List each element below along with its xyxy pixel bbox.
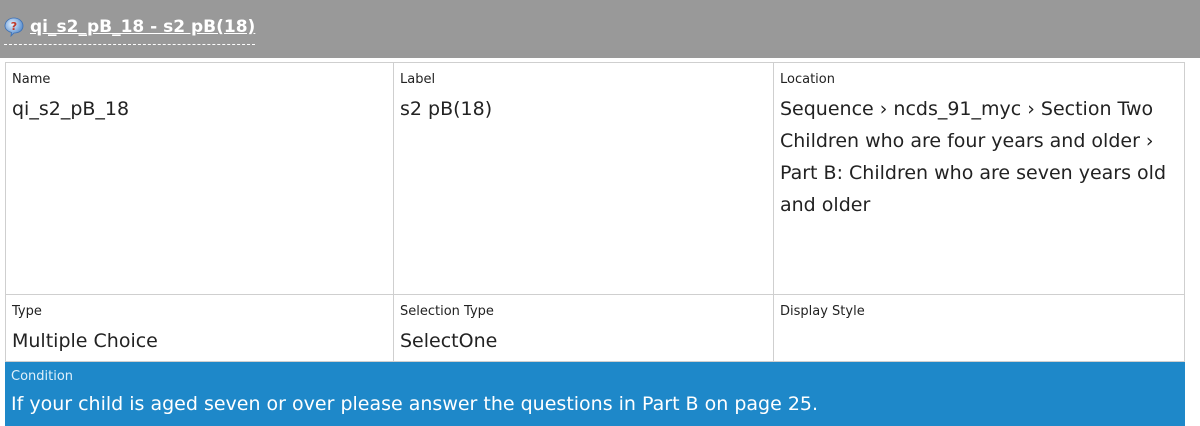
type-value: Multiple Choice — [12, 330, 158, 352]
selection-type-value: SelectOne — [400, 330, 498, 352]
type-cell: Type Multiple Choice — [5, 294, 394, 362]
display-style-cell: Display Style — [773, 294, 1185, 362]
display-style-label: Display Style — [780, 304, 865, 319]
selection-type-label: Selection Type — [400, 304, 494, 319]
location-value: Sequence › ncds_91_myc › Section Two Chi… — [780, 98, 1167, 216]
location-cell: Location Sequence › ncds_91_myc › Sectio… — [773, 62, 1185, 295]
location-label: Location — [780, 72, 835, 87]
selection-type-cell: Selection Type SelectOne — [393, 294, 774, 362]
question-title-link[interactable]: ? qi_s2_pB_18 - s2 pB(18) — [4, 10, 256, 45]
name-cell: Name qi_s2_pB_18 — [5, 62, 394, 295]
type-label: Type — [12, 304, 42, 319]
svg-text:?: ? — [11, 20, 17, 33]
label-value: s2 pB(18) — [400, 98, 493, 120]
label-label: Label — [400, 72, 436, 87]
help-question-icon: ? — [4, 17, 24, 37]
page-header: ? qi_s2_pB_18 - s2 pB(18) — [0, 0, 1200, 58]
label-cell: Label s2 pB(18) — [393, 62, 774, 295]
condition-text: If your child is aged seven or over plea… — [11, 393, 819, 415]
condition-panel: Condition If your child is aged seven or… — [5, 362, 1185, 426]
name-value: qi_s2_pB_18 — [12, 98, 130, 120]
condition-label: Condition — [11, 369, 74, 384]
question-title: qi_s2_pB_18 - s2 pB(18) — [30, 17, 256, 37]
name-label: Name — [12, 72, 51, 87]
